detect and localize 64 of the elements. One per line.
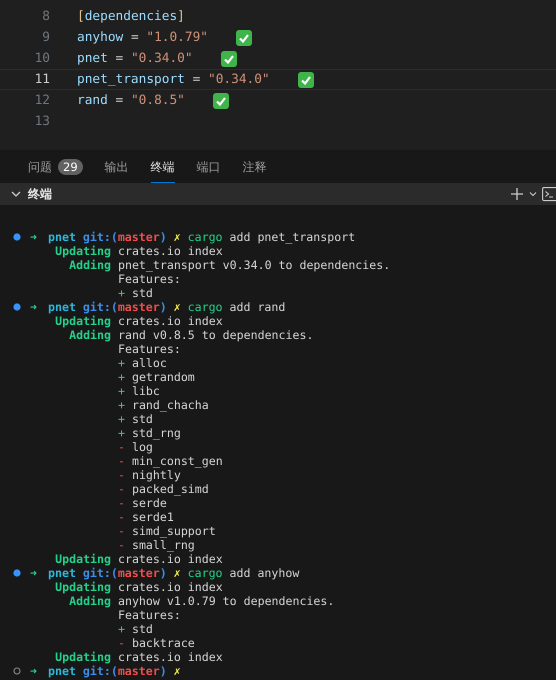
- line-number: 11: [34, 72, 50, 87]
- status-label: Updating: [54, 580, 111, 594]
- panel-tab[interactable]: 端口: [196, 150, 221, 182]
- feature-item: + std: [118, 622, 153, 636]
- output-text: crates.io index: [118, 552, 223, 566]
- feature-item: - small_rng: [118, 538, 195, 552]
- count-badge: 29: [58, 159, 83, 175]
- output-text: anyhow v1.0.79 to dependencies.: [118, 594, 334, 608]
- prompt-arrow: ➜: [30, 664, 38, 678]
- feature-item: + libc: [118, 384, 160, 398]
- chevron-down-icon[interactable]: [528, 189, 538, 199]
- code-line: [dependencies]: [77, 9, 185, 24]
- status-label: Adding: [68, 594, 111, 608]
- feature-item: - log: [118, 440, 153, 454]
- code-line: pnet_transport = "0.34.0": [77, 72, 270, 87]
- feature-item: - serde: [118, 496, 167, 510]
- feature-item: + std_rng: [118, 426, 181, 440]
- line-number: 10: [34, 51, 50, 66]
- plus-icon[interactable]: [510, 187, 524, 201]
- feature-item: - serde1: [118, 510, 174, 524]
- feature-item: + rand_chacha: [118, 398, 209, 412]
- prompt-line: pnet git:(master) ✗: [48, 664, 181, 678]
- status-label: Updating: [54, 552, 111, 566]
- feature-item: - backtrace: [118, 636, 195, 650]
- status-label: Updating: [54, 314, 111, 328]
- feature-item: - min_const_gen: [118, 454, 223, 468]
- feature-item: - nightly: [118, 468, 181, 482]
- line-number: 8: [41, 9, 50, 24]
- line-number: 9: [41, 30, 50, 45]
- output-text: Features:: [118, 272, 181, 286]
- prompt-line: pnet git:(master) ✗ cargo add pnet_transport: [48, 230, 356, 244]
- panel-tab[interactable]: 输出: [104, 150, 129, 182]
- output-text: Features:: [118, 608, 181, 622]
- code-line: anyhow = "1.0.79": [77, 30, 208, 45]
- terminal-icon[interactable]: [542, 186, 556, 202]
- code-line: rand = "0.8.5": [77, 93, 185, 108]
- panel-tab[interactable]: 问题 29: [28, 150, 83, 182]
- prompt-line: pnet git:(master) ✗ cargo add rand: [48, 300, 286, 314]
- prompt-arrow: ➜: [30, 300, 38, 314]
- feature-item: + alloc: [118, 356, 167, 370]
- feature-item: + std: [118, 286, 153, 300]
- line-number: 12: [34, 93, 50, 108]
- output-text: crates.io index: [118, 650, 223, 664]
- panel-tab[interactable]: 注释: [242, 150, 267, 182]
- line-number: 13: [34, 114, 50, 129]
- status-label: Updating: [54, 244, 111, 258]
- feature-item: + std: [118, 412, 153, 426]
- output-text: Features:: [118, 342, 181, 356]
- status-label: Adding: [68, 258, 111, 272]
- output-text: crates.io index: [118, 244, 223, 258]
- feature-item: - simd_support: [118, 524, 216, 538]
- status-label: Updating: [54, 650, 111, 664]
- feature-item: + getrandom: [118, 370, 195, 384]
- status-label: Adding: [68, 328, 111, 342]
- output-text: crates.io index: [118, 580, 223, 594]
- output-text: pnet_transport v0.34.0 to dependencies.: [118, 258, 390, 272]
- prompt-arrow: ➜: [30, 566, 38, 580]
- prompt-arrow: ➜: [30, 230, 38, 244]
- output-text: rand v0.8.5 to dependencies.: [118, 328, 314, 342]
- output-text: crates.io index: [118, 314, 223, 328]
- prompt-line: pnet git:(master) ✗ cargo add anyhow: [48, 566, 300, 580]
- feature-item: - packed_simd: [118, 482, 209, 496]
- section-title: 终端: [28, 186, 53, 202]
- code-line: pnet = "0.34.0": [77, 51, 193, 66]
